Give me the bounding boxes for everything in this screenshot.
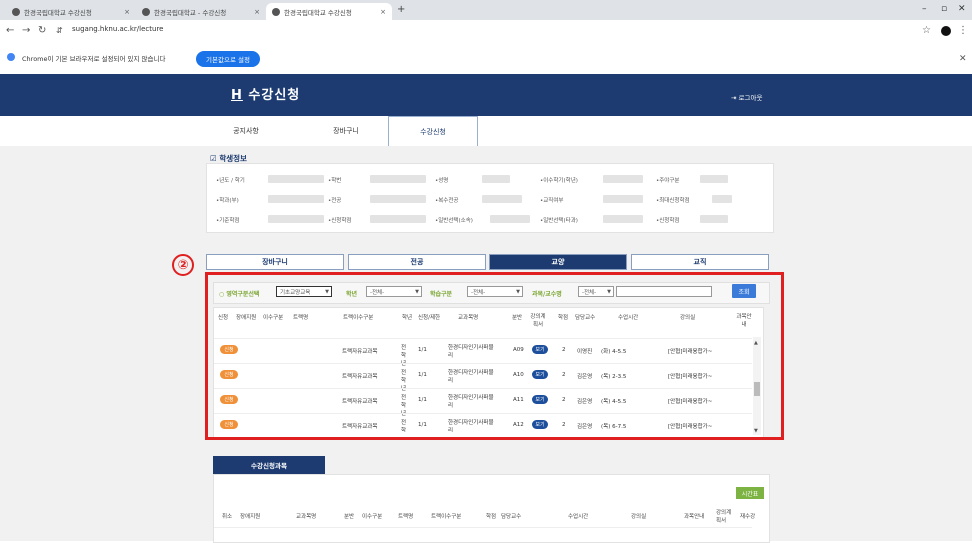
logo-mark: H: [231, 88, 243, 103]
column-header: 강의실: [631, 514, 647, 520]
info-value: [268, 175, 324, 183]
site-header: [0, 74, 972, 116]
step-marker: ②: [172, 254, 194, 276]
browser-tab-title: 한경국립대학교 수강신청: [24, 8, 92, 17]
maximize-icon[interactable]: ▫: [941, 4, 947, 14]
info-label: •전공: [328, 198, 342, 204]
column-header: 취소: [222, 514, 233, 520]
info-value: [700, 215, 728, 223]
forward-icon[interactable]: →: [22, 25, 30, 36]
bookmark-icon[interactable]: ☆: [922, 25, 931, 36]
info-label: •이수학기(학년): [540, 178, 578, 184]
tab-general[interactable]: 교양: [489, 254, 627, 270]
minimize-icon[interactable]: –: [922, 4, 927, 14]
info-label: •성명: [435, 178, 449, 184]
info-label: •복수전공: [435, 198, 459, 204]
back-icon[interactable]: ←: [6, 25, 14, 36]
logout-button[interactable]: ⇥ 로그아웃: [731, 92, 762, 102]
info-value: [370, 215, 426, 223]
site-title: 수강신청: [248, 88, 301, 103]
checkbox-icon: ☑: [210, 154, 217, 163]
close-window-icon[interactable]: ✕: [958, 4, 966, 14]
browser-tab-1[interactable]: 한경국립대학교 수강신청 ×: [6, 3, 136, 20]
info-value: [268, 215, 324, 223]
tab-cart[interactable]: 장바구니: [206, 254, 344, 270]
nav-notice[interactable]: 공지사항: [206, 116, 286, 146]
column-header: 교과목명: [296, 514, 317, 520]
highlight-box: [205, 272, 784, 440]
info-value: [482, 175, 510, 183]
close-infobar-icon[interactable]: ✕: [959, 54, 967, 64]
info-value: [268, 195, 324, 203]
browser-tab-3[interactable]: 한경국립대학교 수강신청 ×: [266, 3, 392, 20]
site-info-icon[interactable]: ⇵: [56, 26, 63, 35]
nav-cart[interactable]: 장바구니: [306, 116, 386, 146]
column-header: 학점: [486, 514, 497, 520]
info-label: •기준학점: [216, 218, 240, 224]
info-label: •주야구분: [656, 178, 680, 184]
tab-major[interactable]: 전공: [348, 254, 486, 270]
new-tab-icon[interactable]: +: [397, 4, 405, 15]
menu-icon[interactable]: ⋮: [958, 25, 968, 36]
info-label: •신청학점: [656, 218, 680, 224]
browser-tab-2[interactable]: 한경국립대학교 - 수강신청 ×: [136, 3, 266, 20]
info-value: [370, 175, 426, 183]
browser-tab-title: 한경국립대학교 - 수강신청: [154, 8, 227, 17]
column-header: 담당교수: [501, 514, 522, 520]
column-header: 트랙이수구분: [431, 514, 462, 520]
info-value: [700, 175, 728, 183]
info-value: [490, 215, 530, 223]
site-favicon-icon: [12, 7, 20, 16]
column-header: 수업시간: [568, 514, 589, 520]
info-value: [603, 175, 643, 183]
set-default-button[interactable]: 기본값으로 설정: [196, 51, 260, 67]
info-label: •신청학점: [328, 218, 352, 224]
column-header: 재수강: [740, 514, 756, 520]
info-value: [712, 195, 732, 203]
info-label: •년도 / 학기: [216, 178, 245, 184]
site-nav: [0, 116, 972, 147]
info-value: [370, 195, 426, 203]
registered-courses-title: 수강신청과목: [213, 456, 325, 474]
info-value: [603, 215, 643, 223]
reload-icon[interactable]: ↻: [38, 25, 46, 36]
logout-label: 로그아웃: [738, 94, 763, 102]
column-header: 이수구분: [362, 514, 383, 520]
info-label: •일반선택(소속): [435, 218, 473, 224]
info-label: •학과(부): [216, 198, 239, 204]
column-header: 강의계획서: [716, 510, 732, 524]
infobar-text: Chrome이 기본 브라우저로 설정되어 있지 않습니다: [22, 55, 166, 63]
browser-tab-title: 한경국립대학교 수강신청: [284, 8, 352, 17]
info-value: [603, 195, 643, 203]
chrome-icon: [7, 53, 15, 61]
nav-registration[interactable]: 수강신청: [388, 116, 478, 148]
info-label: •교직여부: [540, 198, 564, 204]
info-label: •일반선택(타과): [540, 218, 578, 224]
site-logo[interactable]: H 수강신청: [231, 84, 300, 103]
timetable-button[interactable]: 시간표: [736, 487, 764, 499]
close-tab-icon[interactable]: ×: [124, 8, 130, 16]
site-favicon-icon: [142, 7, 150, 16]
url-field[interactable]: sugang.hknu.ac.kr/lecture: [72, 25, 163, 33]
site-favicon-icon: [272, 7, 280, 16]
tab-teaching[interactable]: 교직: [631, 254, 769, 270]
header-divider: [214, 527, 752, 528]
registered-courses-panel: [213, 474, 770, 543]
logout-icon: ⇥: [731, 94, 739, 102]
column-header: 분반: [344, 514, 355, 520]
info-label: •최대신청학점: [656, 198, 690, 204]
column-header: 과목안내: [684, 514, 705, 520]
info-label: •학번: [328, 178, 342, 184]
info-value: [482, 195, 522, 203]
column-header: 트랙명: [398, 514, 414, 520]
column-header: 장애지원: [240, 514, 261, 520]
profile-avatar[interactable]: [941, 26, 951, 36]
close-tab-icon[interactable]: ×: [254, 8, 260, 16]
close-tab-icon[interactable]: ×: [380, 8, 386, 16]
